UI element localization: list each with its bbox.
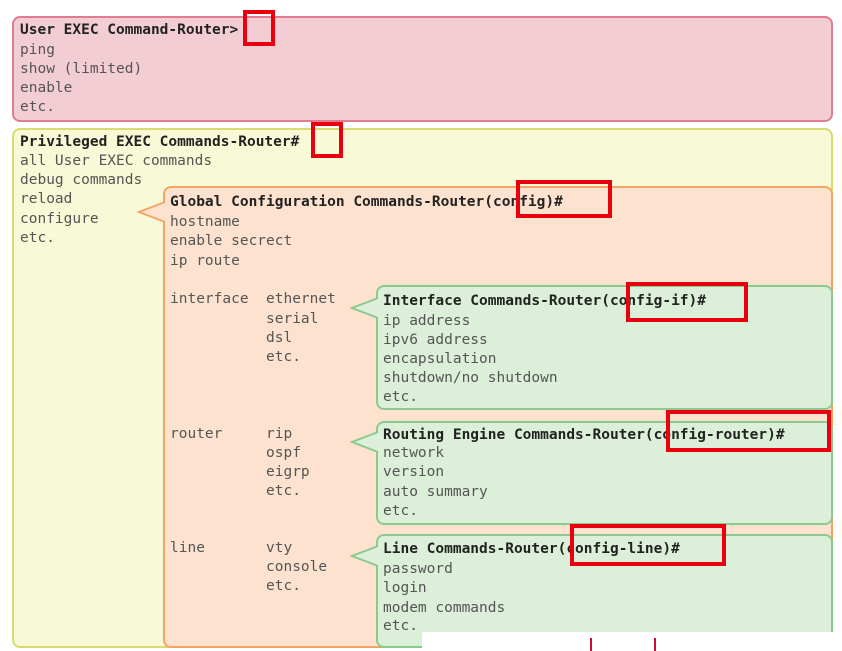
router-option: etc. <box>266 483 301 499</box>
line-commands-pointer <box>349 545 379 567</box>
routing-command-item: auto summary <box>383 484 488 500</box>
global-config-item: hostname <box>170 214 240 230</box>
prompt-highlight-config-if <box>626 282 748 322</box>
user-exec-item: show (limited) <box>20 61 143 77</box>
bottom-strip <box>422 632 842 651</box>
router-option: ospf <box>266 445 301 461</box>
prompt-highlight-user <box>243 10 275 46</box>
interface-command-item: ipv6 address <box>383 332 488 348</box>
global-config-header: Global Configuration Commands-Router(con… <box>170 194 563 210</box>
interface-option: ethernet <box>266 291 336 307</box>
privileged-exec-item: reload <box>20 191 73 207</box>
router-option: eigrp <box>266 464 310 480</box>
global-config-item: enable secrect <box>170 233 293 249</box>
user-exec-item: enable <box>20 80 73 96</box>
interface-command-item: etc. <box>383 389 418 405</box>
interface-group-label: interface <box>170 291 249 307</box>
user-exec-item: etc. <box>20 99 55 115</box>
routing-command-item: etc. <box>383 503 418 519</box>
user-exec-item: ping <box>20 42 55 58</box>
routing-command-item: version <box>383 464 445 480</box>
router-option: rip <box>266 426 293 442</box>
line-option: console <box>266 559 328 575</box>
user-exec-header: User EXEC Command-Router> <box>20 22 239 38</box>
interface-option: dsl <box>266 330 293 346</box>
line-option: vty <box>266 540 293 556</box>
line-command-item: password <box>383 561 453 577</box>
global-config-pointer <box>136 201 166 223</box>
prompt-highlight-privileged <box>311 122 343 158</box>
bottom-tick-mark <box>590 638 592 651</box>
privileged-exec-header: Privileged EXEC Commands-Router# <box>20 134 300 150</box>
line-command-item: modem commands <box>383 600 506 616</box>
privileged-exec-item: etc. <box>20 230 55 246</box>
interface-command-item: encapsulation <box>383 351 497 367</box>
interface-commands-pointer <box>349 297 379 319</box>
interface-command-item: ip address <box>383 313 471 329</box>
privileged-exec-item: all User EXEC commands <box>20 153 213 169</box>
privileged-exec-item: configure <box>20 211 99 227</box>
prompt-highlight-config-router <box>666 410 831 452</box>
interface-command-item: shutdown/no shutdown <box>383 370 558 386</box>
routing-command-item: network <box>383 445 445 461</box>
line-command-item: login <box>383 580 427 596</box>
interface-option: serial <box>266 311 319 327</box>
interface-option: etc. <box>266 349 301 365</box>
router-group-label: router <box>170 426 223 442</box>
global-config-item: ip route <box>170 253 240 269</box>
routing-engine-pointer <box>349 431 379 453</box>
prompt-highlight-config <box>516 180 612 218</box>
line-command-item: etc. <box>383 618 418 634</box>
bottom-tick-mark <box>654 638 656 651</box>
line-option: etc. <box>266 578 301 594</box>
privileged-exec-item: debug commands <box>20 172 143 188</box>
line-group-label: line <box>170 540 205 556</box>
prompt-highlight-config-line <box>570 524 726 566</box>
